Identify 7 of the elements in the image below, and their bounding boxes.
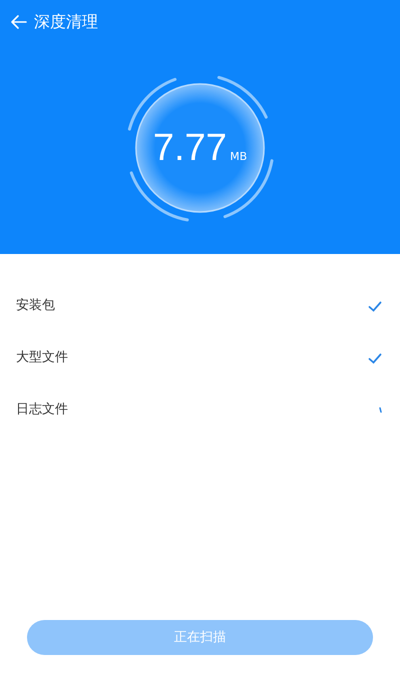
category-label: 日志文件 [16,401,68,420]
category-label: 大型文件 [16,349,68,368]
page-title: 深度清理 [34,11,98,33]
back-arrow-icon[interactable] [10,14,28,30]
size-value: 7.77 [152,126,227,170]
category-label: 安装包 [16,297,55,316]
size-unit: MB [230,148,247,164]
